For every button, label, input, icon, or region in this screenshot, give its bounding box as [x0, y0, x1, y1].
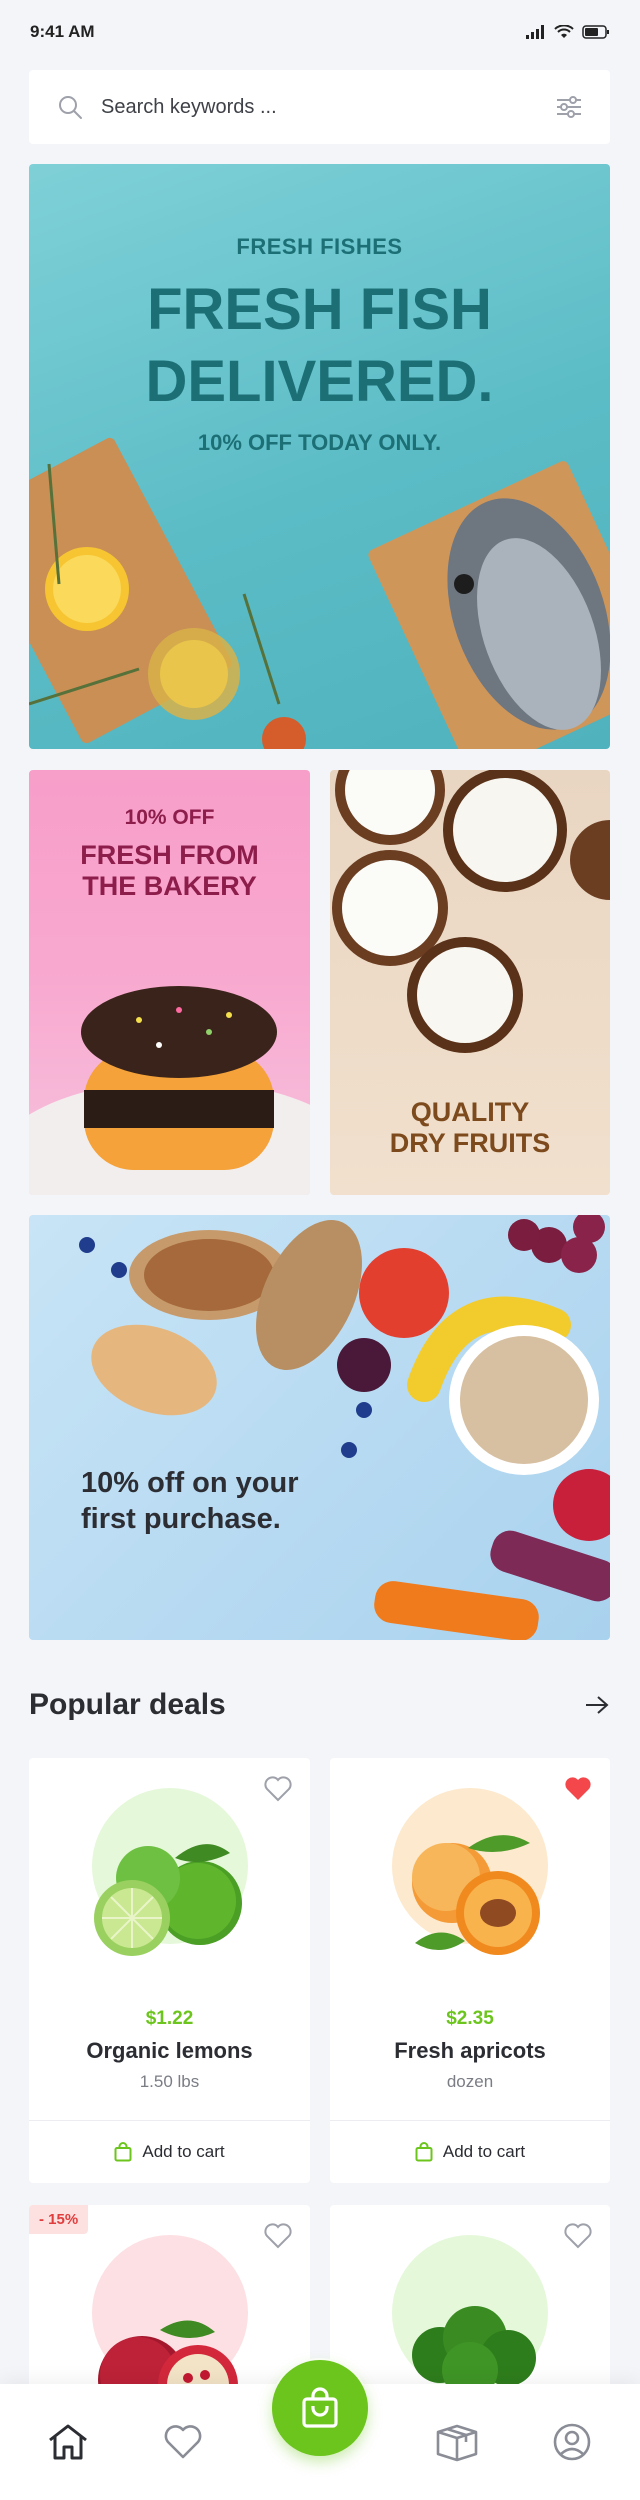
bag-icon [302, 2387, 338, 2428]
package-icon [436, 2424, 478, 2462]
hero-eyebrow: FRESH FISHES [236, 234, 403, 259]
product-unit: 1.50 lbs [139, 2072, 200, 2091]
product-name: Organic lemons [86, 2038, 253, 2063]
bottom-navigation [0, 2358, 640, 2500]
product-name: Fresh apricots [394, 2038, 546, 2063]
bakery-banner[interactable]: 10% OFF FRESH FROM THE BAKERY [29, 770, 310, 1195]
hero-title-line2: DELIVERED. [145, 349, 494, 414]
home-icon [49, 2424, 87, 2460]
bag-icon [114, 2142, 132, 2162]
nav-cart[interactable] [270, 2358, 370, 2458]
heart-filled-icon[interactable] [564, 1776, 592, 1802]
user-icon [553, 2423, 591, 2461]
promo-text: 10% off on your first purchase. [81, 1465, 341, 1537]
groceries-illustration [79, 1215, 610, 1640]
dry-fruits-title-line2: DRY FRUITS [389, 1128, 551, 1158]
heart-icon[interactable] [264, 1776, 292, 1802]
dry-fruits-text: QUALITY DRY FRUITS [330, 1097, 610, 1159]
hero-title: FRESH FISH DELIVERED. [29, 274, 610, 418]
wifi-icon [554, 25, 574, 38]
add-to-cart-button[interactable]: Add to cart [29, 2120, 310, 2183]
battery-icon [582, 25, 609, 39]
cart-button[interactable] [272, 2360, 368, 2456]
nav-favorites[interactable] [155, 2414, 211, 2470]
hero-subtitle: 10% OFF TODAY ONLY. [197, 430, 442, 455]
status-icons [526, 25, 610, 39]
bakery-title: FRESH FROM THE BAKERY [29, 840, 310, 902]
popular-deals-header: Popular deals [29, 1688, 610, 1722]
promo-banner[interactable]: 10% off on your first purchase. [29, 1215, 610, 1640]
heart-icon [164, 2425, 202, 2459]
promo-text-line1: 10% off on your [81, 1467, 299, 1499]
hero-title-line1: FRESH FISH [147, 277, 492, 342]
search-bar [29, 70, 610, 144]
product-card-apricots[interactable]: $2.35 Fresh apricots dozen Add to cart [330, 1758, 610, 2183]
bakery-title-line2: THE BAKERY [82, 871, 257, 901]
product-price: $2.35 [446, 2008, 494, 2029]
nav-orders[interactable] [429, 2414, 485, 2470]
bakery-title-line1: FRESH FROM [80, 840, 259, 870]
bakery-eyebrow: 10% OFF [124, 806, 215, 829]
lemons-image [93, 1844, 242, 1956]
dry-fruits-title-line1: QUALITY [410, 1097, 530, 1127]
product-unit: dozen [446, 2072, 494, 2091]
status-bar: 9:41 AM [0, 0, 640, 64]
add-to-cart-label: Add to cart [442, 2142, 526, 2161]
search-icon [59, 96, 82, 119]
nav-home[interactable] [40, 2414, 96, 2470]
hero-text: FRESH FISHES FRESH FISH DELIVERED. 10% O… [29, 234, 610, 456]
heart-icon[interactable] [264, 2223, 292, 2249]
search-input[interactable] [101, 95, 556, 119]
signal-icon [526, 25, 544, 39]
apricots-image [412, 1835, 540, 1955]
hero-banner[interactable]: FRESH FISHES FRESH FISH DELIVERED. 10% O… [29, 164, 610, 749]
arrow-right-icon[interactable] [584, 1694, 610, 1716]
status-time: 9:41 AM [30, 22, 95, 41]
bag-icon [415, 2142, 433, 2162]
add-to-cart-button[interactable]: Add to cart [330, 2120, 610, 2183]
product-price: $1.22 [145, 2008, 194, 2029]
popular-deals-title: Popular deals [29, 1688, 226, 1721]
product-card-lemons[interactable]: $1.22 Organic lemons 1.50 lbs Add to car… [29, 1758, 310, 2183]
add-to-cart-label: Add to cart [142, 2142, 225, 2161]
nav-profile[interactable] [544, 2414, 600, 2470]
promo-text-line2: first purchase. [81, 1503, 281, 1535]
discount-badge: - 15% [29, 2205, 89, 2234]
heart-icon[interactable] [564, 2223, 592, 2249]
filter-icon[interactable] [556, 95, 582, 119]
dry-fruits-banner[interactable]: QUALITY DRY FRUITS [330, 770, 610, 1195]
bakery-text: 10% OFF FRESH FROM THE BAKERY [29, 806, 310, 902]
